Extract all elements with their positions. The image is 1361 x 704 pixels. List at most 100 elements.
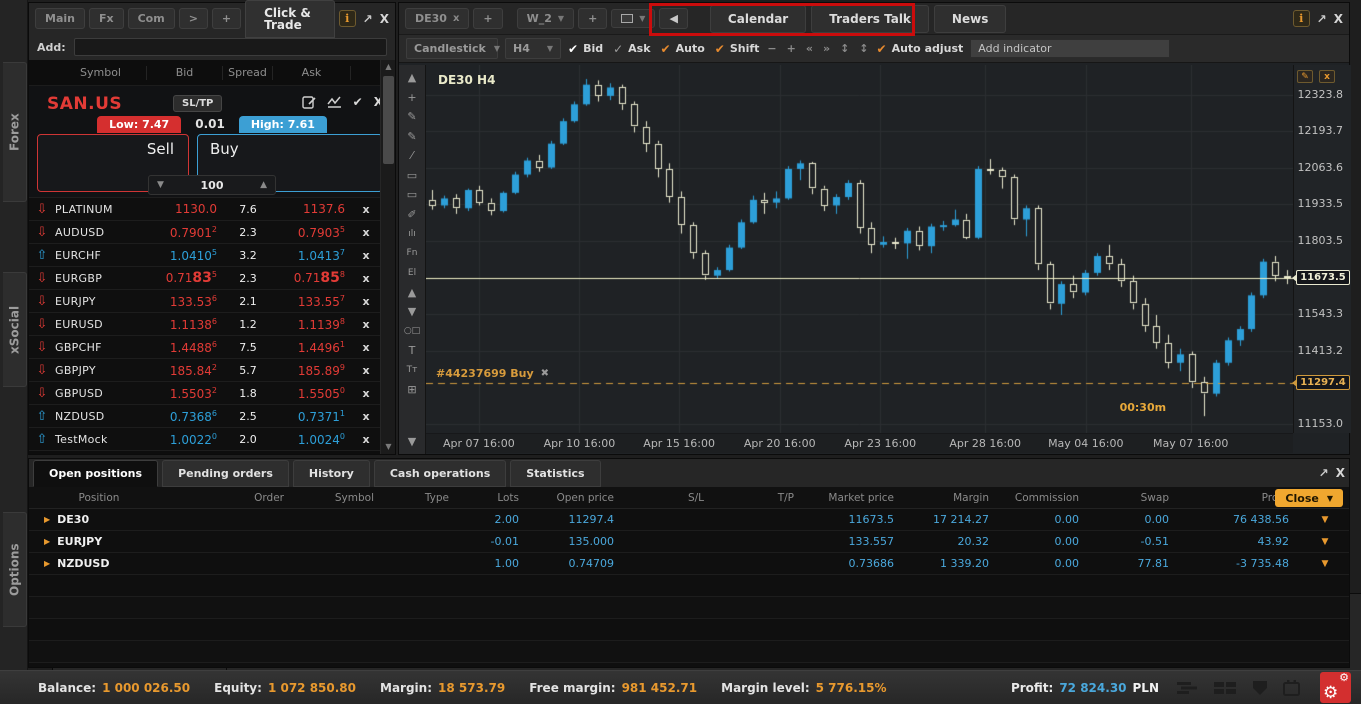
- watchlist-tab-[interactable]: >: [179, 8, 208, 29]
- quote-ask[interactable]: 0.71858: [273, 270, 351, 286]
- quote-bid[interactable]: 0.71835: [147, 270, 223, 286]
- quote-bid[interactable]: 1.44886: [147, 340, 223, 355]
- position-name[interactable]: ▶DE30: [29, 513, 179, 526]
- expand-row-icon[interactable]: ▶: [44, 559, 50, 568]
- trendline-tool-icon[interactable]: ✎: [399, 107, 425, 127]
- bottom-tab-statistics[interactable]: Statistics: [510, 460, 600, 487]
- quote-ask[interactable]: 1.11398: [273, 317, 351, 332]
- quote-row[interactable]: ⇩GBPCHF1.448867.51.44961x: [29, 336, 395, 359]
- quote-ask[interactable]: 185.899: [273, 363, 351, 378]
- close-icon[interactable]: X: [1336, 466, 1345, 480]
- layout-list-icon[interactable]: [1175, 681, 1199, 695]
- quote-bid[interactable]: 1130.0: [147, 202, 223, 216]
- watchlist-tab-fx[interactable]: Fx: [89, 8, 124, 29]
- checkbox-auto[interactable]: ✔Auto: [661, 42, 705, 56]
- quote-bid[interactable]: 1.04105: [147, 248, 223, 263]
- row-menu-icon[interactable]: ▼: [1299, 515, 1351, 525]
- quote-ask[interactable]: 1.44961: [273, 340, 351, 355]
- bottom-tab-pending-orders[interactable]: Pending orders: [162, 460, 289, 487]
- position-name[interactable]: ▶NZDUSD: [29, 557, 179, 570]
- position-close-icon[interactable]: ✖: [541, 368, 549, 379]
- quote-bid[interactable]: 133.536: [147, 294, 223, 309]
- volume-value[interactable]: 100: [201, 179, 224, 192]
- volume-increase-icon[interactable]: ▲: [260, 180, 267, 190]
- bottom-tab-open-positions[interactable]: Open positions: [33, 460, 158, 487]
- layout-grid-icon[interactable]: [1213, 681, 1237, 695]
- row-menu-icon[interactable]: ▼: [1299, 559, 1351, 569]
- timeframe-dropdown[interactable]: H4▼: [505, 38, 561, 59]
- text-small-tool-icon[interactable]: Tт: [399, 361, 425, 381]
- position-row[interactable]: ▶EURJPY-0.01135.000133.55720.320.00-0.51…: [29, 531, 1349, 553]
- watchlist-tab-com[interactable]: Com: [128, 8, 175, 29]
- chart-edit-icon[interactable]: ✎: [1297, 70, 1313, 83]
- quote-remove-icon[interactable]: x: [351, 272, 381, 285]
- chart-zoom-button-0[interactable]: −: [766, 42, 777, 55]
- position-name[interactable]: ▶EURJPY: [29, 535, 179, 548]
- scroll-down-icon[interactable]: ▼: [399, 432, 425, 452]
- quote-remove-icon[interactable]: x: [351, 410, 381, 423]
- eraser-all-tool-icon[interactable]: ▭: [399, 185, 425, 205]
- rail-tab-xsocial[interactable]: xSocial: [3, 272, 27, 387]
- rail-tab-forex[interactable]: Forex: [3, 62, 27, 202]
- expand-icon[interactable]: ↗: [363, 12, 373, 26]
- quote-row[interactable]: ⇩EURGBP0.718352.30.71858x: [29, 267, 395, 290]
- quote-bid[interactable]: 0.79012: [147, 225, 223, 240]
- period-dropdown[interactable]: W_2▼: [517, 8, 574, 29]
- tab-de30[interactable]: DE30x: [405, 8, 469, 29]
- order-ticket-icon[interactable]: [302, 96, 316, 109]
- price-axis[interactable]: 11673.5 11297.4 12323.812193.712063.6119…: [1293, 65, 1351, 433]
- sltp-button[interactable]: SL/TP: [173, 95, 222, 112]
- chart-icon[interactable]: [327, 96, 342, 108]
- volume-stepper[interactable]: ▼ 100 ▲: [148, 175, 276, 195]
- quote-row[interactable]: ⇧TestMock1.002202.01.00240x: [29, 428, 395, 451]
- quote-remove-icon[interactable]: x: [351, 387, 381, 400]
- watchlist-scrollbar[interactable]: ▲ ▼: [380, 60, 395, 454]
- quote-ask[interactable]: 0.73711: [273, 409, 351, 424]
- quote-row[interactable]: ⇧NZDUSD0.736862.50.73711x: [29, 405, 395, 428]
- close-icon[interactable]: X: [1334, 12, 1343, 26]
- quote-ask[interactable]: 1.55050: [273, 386, 351, 401]
- add-indicator-input[interactable]: [970, 39, 1170, 58]
- quote-ask[interactable]: 1.04137: [273, 248, 351, 263]
- indicator-tool-icon[interactable]: ılı: [399, 224, 425, 244]
- add-period-button[interactable]: +: [578, 8, 607, 29]
- ray-tool-icon[interactable]: ⁄: [399, 146, 425, 166]
- quote-remove-icon[interactable]: x: [351, 433, 381, 446]
- position-row[interactable]: ▶NZDUSD1.000.747090.736861 339.200.0077.…: [29, 553, 1349, 575]
- settings-button[interactable]: ⚙ ⚙: [1320, 672, 1351, 703]
- quote-row[interactable]: ⇧EURCHF1.041053.21.04137x: [29, 244, 395, 267]
- back-button[interactable]: ◀: [659, 8, 687, 29]
- fn-tool-icon[interactable]: Fn: [399, 244, 425, 264]
- quote-row[interactable]: ⇩PLATINUM1130.07.61137.6x: [29, 198, 395, 221]
- trade-widget-symbol[interactable]: SAN.US: [47, 94, 122, 114]
- rail-tab-options[interactable]: Options: [3, 512, 27, 627]
- position-row[interactable]: ▶DE302.0011297.411673.517 214.270.000.00…: [29, 509, 1349, 531]
- layout-dropdown[interactable]: ▼: [611, 9, 655, 28]
- chart-zoom-button-2[interactable]: «: [805, 42, 814, 55]
- expand-icon[interactable]: ↗: [1319, 466, 1329, 480]
- quote-row[interactable]: ⇩EURJPY133.5362.1133.557x: [29, 290, 395, 313]
- quote-remove-icon[interactable]: x: [351, 226, 381, 239]
- close-icon[interactable]: X: [380, 12, 389, 26]
- quote-row[interactable]: ⇩AUDUSD0.790122.30.79035x: [29, 221, 395, 244]
- quote-remove-icon[interactable]: x: [351, 364, 381, 377]
- quote-ask[interactable]: 0.79035: [273, 225, 351, 240]
- checkbox-ask[interactable]: ✓Ask: [613, 42, 650, 56]
- checkbox-shift[interactable]: ✔Shift: [715, 42, 760, 56]
- close-position-button[interactable]: Close▼: [1275, 489, 1343, 507]
- quote-ask[interactable]: 1.00240: [273, 432, 351, 447]
- eraser-tool-icon[interactable]: ▭: [399, 166, 425, 186]
- volume-decrease-icon[interactable]: ▼: [157, 180, 164, 190]
- nav-tab-traders-talk[interactable]: Traders Talk: [811, 5, 929, 33]
- new-chart-tab-button[interactable]: +: [473, 8, 502, 29]
- elliott-tool-icon[interactable]: El: [399, 263, 425, 283]
- checkbox-bid[interactable]: ✔Bid: [568, 42, 603, 56]
- quote-bid[interactable]: 1.55032: [147, 386, 223, 401]
- auto-adjust-checkbox[interactable]: ✔ Auto adjust: [877, 42, 964, 56]
- calendar-icon[interactable]: [1283, 680, 1300, 696]
- layers-tool-icon[interactable]: ⊞: [399, 380, 425, 400]
- quote-remove-icon[interactable]: x: [351, 295, 381, 308]
- expand-row-icon[interactable]: ▶: [44, 537, 50, 546]
- quote-remove-icon[interactable]: x: [351, 341, 381, 354]
- open-position-label[interactable]: #44237699 Buy ✖: [436, 367, 549, 380]
